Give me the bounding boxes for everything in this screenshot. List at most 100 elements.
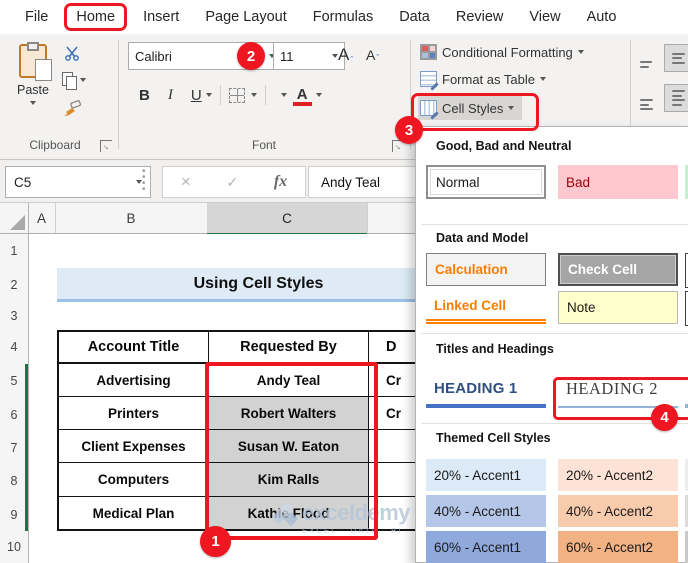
font-size-value: 11 bbox=[280, 48, 294, 64]
underline-caret[interactable] bbox=[205, 93, 212, 97]
select-all-button[interactable] bbox=[0, 203, 29, 233]
table-header-row: Account Title Requested By D bbox=[59, 332, 464, 364]
tab-home[interactable]: Home bbox=[76, 9, 115, 25]
fill-color-caret[interactable] bbox=[280, 93, 287, 97]
style-check-cell[interactable]: Check Cell bbox=[558, 253, 678, 286]
tab-view[interactable]: View bbox=[516, 9, 573, 25]
data-table: Account Title Requested By D Advertising… bbox=[57, 330, 466, 531]
section-good-bad-neutral: Good, Bad and Neutral bbox=[436, 139, 572, 153]
font-color-swatch bbox=[292, 102, 312, 106]
font-color-button[interactable]: A bbox=[292, 86, 312, 106]
style-linked-cell[interactable]: Linked Cell bbox=[426, 291, 546, 324]
cell-styles-button[interactable]: Cell Styles bbox=[418, 96, 523, 120]
style-60-accent2[interactable]: 60% - Accent2 bbox=[558, 531, 678, 563]
font-color-caret[interactable] bbox=[315, 93, 322, 97]
column-header-c[interactable]: C bbox=[207, 203, 368, 236]
borders-button-icon[interactable] bbox=[228, 87, 245, 103]
step-badge-3: 3 bbox=[395, 116, 423, 144]
row-header-6[interactable]: 6 bbox=[0, 398, 29, 432]
center-align-button[interactable] bbox=[664, 84, 688, 112]
row-header-1[interactable]: 1 bbox=[0, 234, 29, 269]
cell-b7[interactable]: Client Expenses bbox=[59, 430, 209, 463]
table-row: Advertising Andy Teal Cr bbox=[59, 364, 464, 397]
tab-data[interactable]: Data bbox=[386, 9, 443, 25]
style-bad[interactable]: Bad bbox=[558, 165, 678, 199]
tab-review[interactable]: Review bbox=[443, 9, 517, 25]
conditional-formatting-button[interactable]: Conditional Formatting bbox=[420, 44, 584, 60]
cell-b9[interactable]: Medical Plan bbox=[59, 497, 209, 529]
tab-file[interactable]: File bbox=[12, 9, 61, 25]
table-row: Medical Plan Kathie Flood bbox=[59, 497, 464, 529]
formula-value: Andy Teal bbox=[321, 174, 381, 190]
section-divider bbox=[421, 333, 688, 334]
font-size-combobox[interactable]: 11 bbox=[273, 42, 345, 70]
insert-function-icon[interactable]: fx bbox=[274, 173, 287, 191]
row-header-3[interactable]: 3 bbox=[0, 302, 29, 331]
shrink-font-button[interactable]: Aˇ bbox=[366, 47, 379, 63]
bold-button[interactable]: B bbox=[130, 87, 159, 104]
row-header-9[interactable]: 9 bbox=[0, 498, 29, 532]
cell-b6[interactable]: Printers bbox=[59, 397, 209, 430]
copy-button[interactable] bbox=[62, 72, 86, 90]
cell-c8-selected[interactable]: Kim Ralls bbox=[209, 463, 369, 497]
row-header-10[interactable]: 10 bbox=[0, 531, 29, 563]
table-row: Printers Robert Walters Cr bbox=[59, 397, 464, 430]
cell-b8[interactable]: Computers bbox=[59, 463, 209, 497]
row-header-4[interactable]: 4 bbox=[0, 330, 29, 365]
column-header-b[interactable]: B bbox=[55, 203, 208, 233]
cell-c5-active[interactable]: Andy Teal bbox=[209, 364, 369, 397]
selection-bar bbox=[25, 364, 28, 398]
style-60-accent1[interactable]: 60% - Accent1 bbox=[426, 531, 546, 563]
step-badge-1: 1 bbox=[200, 526, 231, 557]
style-20-accent2[interactable]: 20% - Accent2 bbox=[558, 459, 678, 491]
column-header-a[interactable]: A bbox=[28, 203, 56, 233]
header-account-title[interactable]: Account Title bbox=[59, 332, 209, 364]
top-align-button[interactable] bbox=[640, 50, 652, 68]
paste-button[interactable]: Paste bbox=[10, 42, 56, 130]
italic-button[interactable]: I bbox=[159, 87, 182, 104]
enter-icon[interactable]: ✓ bbox=[226, 174, 238, 191]
grow-font-button[interactable]: Aˆ bbox=[338, 45, 353, 65]
name-box[interactable]: C5 bbox=[5, 166, 151, 198]
sheet-title-cell[interactable]: Using Cell Styles bbox=[57, 268, 460, 302]
format-painter-button[interactable] bbox=[62, 100, 82, 123]
style-20-accent1[interactable]: 20% - Accent1 bbox=[426, 459, 546, 491]
style-calculation[interactable]: Calculation bbox=[426, 253, 546, 286]
cell-styles-dropdown-panel: Good, Bad and Neutral Normal Bad Data an… bbox=[415, 126, 688, 563]
tab-formulas[interactable]: Formulas bbox=[300, 9, 386, 25]
selection-bar bbox=[25, 431, 28, 464]
underline-button[interactable]: U bbox=[182, 87, 206, 104]
cancel-icon[interactable]: × bbox=[181, 172, 191, 192]
style-40-accent2[interactable]: 40% - Accent2 bbox=[558, 495, 678, 527]
tab-automate[interactable]: Auto bbox=[574, 9, 630, 25]
row-header-label: 6 bbox=[10, 407, 18, 422]
style-note[interactable]: Note bbox=[558, 291, 678, 324]
font-color-letter: A bbox=[296, 86, 308, 103]
cell-c7-selected[interactable]: Susan W. Eaton bbox=[209, 430, 369, 463]
clipboard-dialog-launcher-icon[interactable]: → bbox=[100, 139, 114, 153]
cell-c9-selected[interactable]: Kathie Flood bbox=[209, 497, 369, 529]
tab-insert[interactable]: Insert bbox=[130, 9, 192, 25]
row-header-2[interactable]: 2 bbox=[0, 268, 29, 303]
row-header-5[interactable]: 5 bbox=[0, 364, 29, 399]
header-requested-by[interactable]: Requested By bbox=[209, 332, 369, 364]
format-as-table-button[interactable]: Format as Table bbox=[420, 71, 546, 91]
style-normal[interactable]: Normal bbox=[426, 165, 546, 199]
borders-caret[interactable] bbox=[250, 93, 257, 97]
grow-font-letter: A bbox=[338, 45, 350, 64]
tab-page-layout[interactable]: Page Layout bbox=[192, 9, 299, 25]
row-header-label: 9 bbox=[10, 507, 18, 522]
formula-bar-grip[interactable]: • • • • bbox=[142, 167, 146, 195]
row-header-7[interactable]: 7 bbox=[0, 431, 29, 465]
style-heading-1[interactable]: HEADING 1 bbox=[426, 372, 546, 408]
cell-b5[interactable]: Advertising bbox=[59, 364, 209, 397]
format-as-table-label: Format as Table bbox=[442, 71, 535, 87]
cut-button[interactable] bbox=[64, 46, 80, 66]
style-heading-2[interactable]: HEADING 2 bbox=[558, 372, 678, 408]
style-40-accent1[interactable]: 40% - Accent1 bbox=[426, 495, 546, 527]
align-left-icon bbox=[640, 99, 653, 110]
cell-c6-selected[interactable]: Robert Walters bbox=[209, 397, 369, 430]
row-header-8[interactable]: 8 bbox=[0, 464, 29, 499]
align-left-button[interactable] bbox=[640, 88, 653, 110]
middle-align-button[interactable] bbox=[664, 44, 688, 72]
